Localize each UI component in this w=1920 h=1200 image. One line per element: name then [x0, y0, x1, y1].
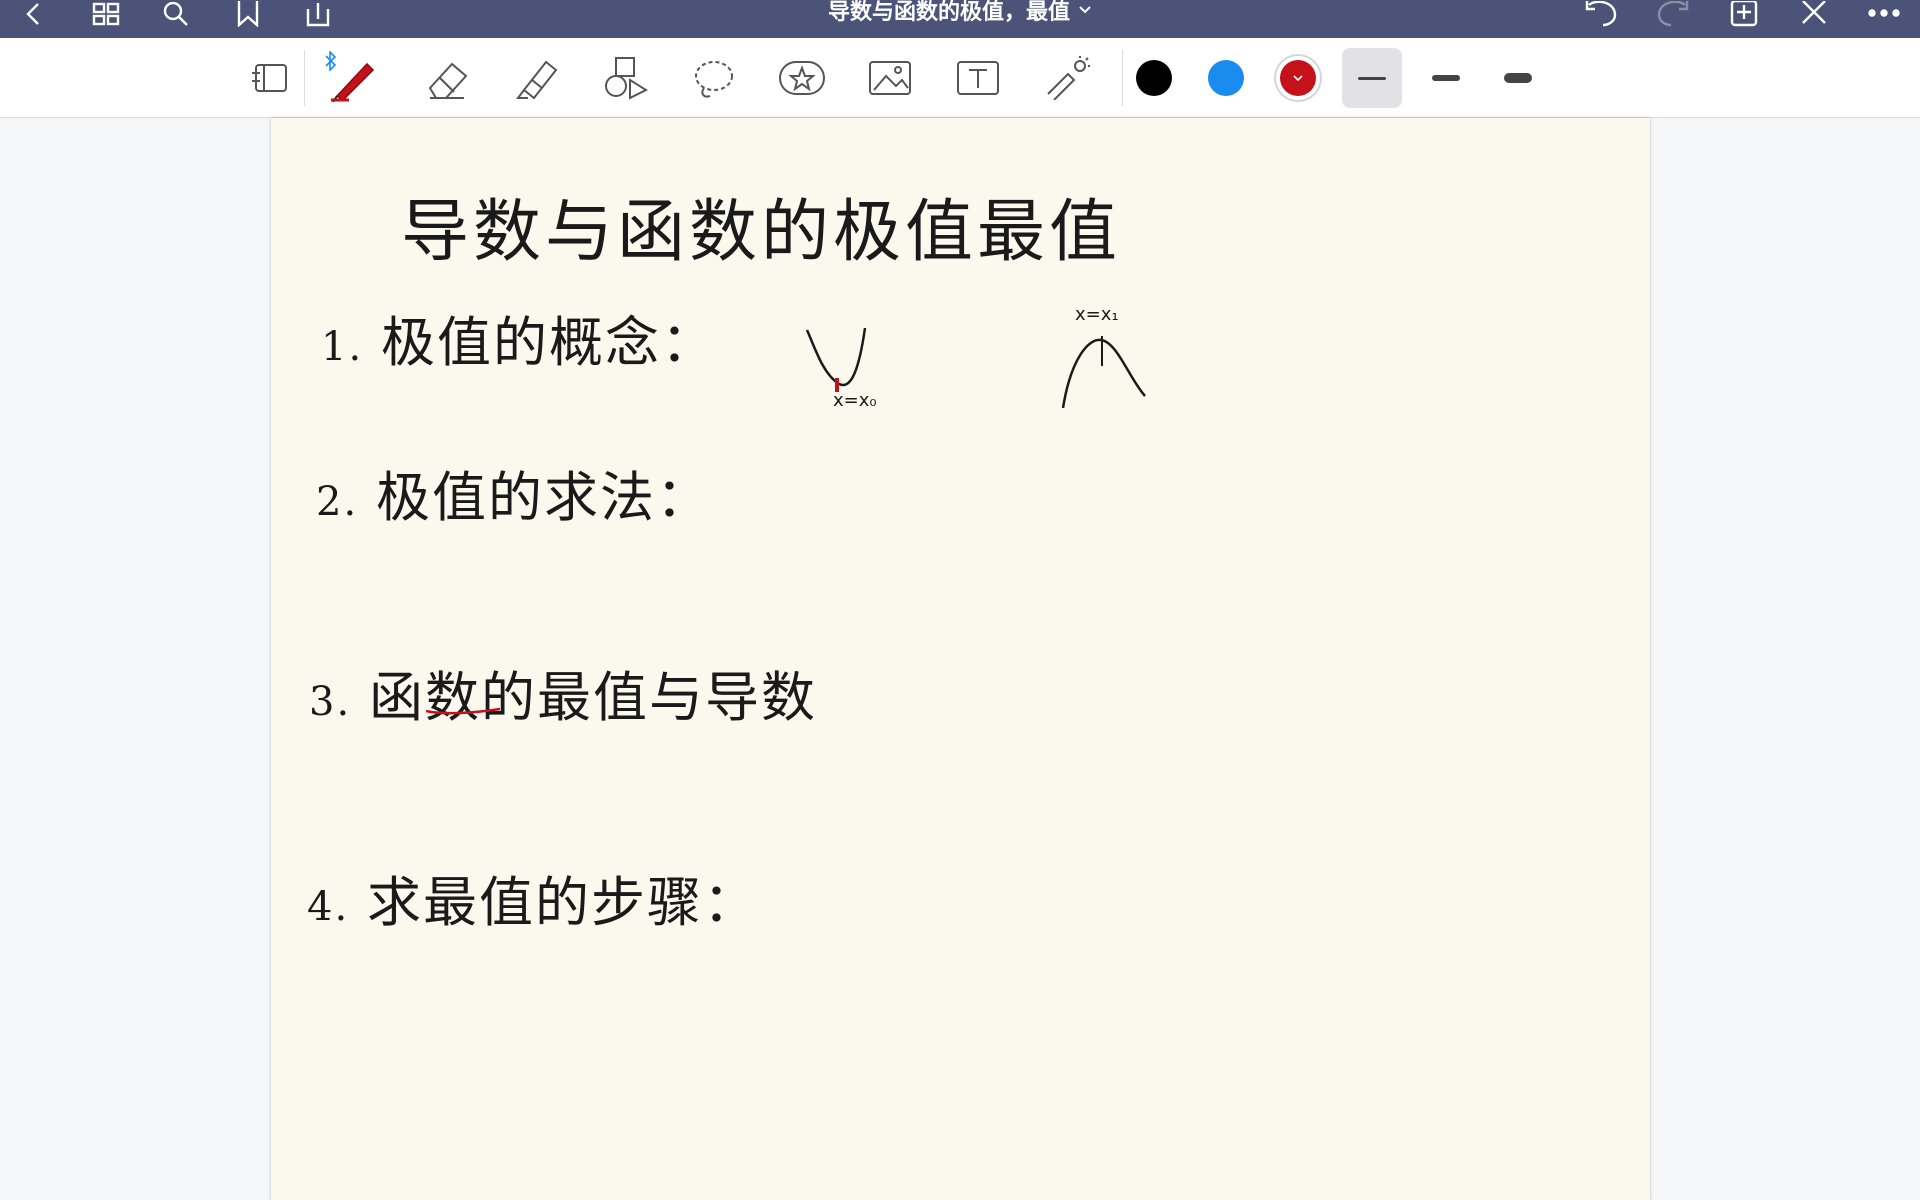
- read-mode-tool[interactable]: [242, 52, 298, 104]
- more-options-icon[interactable]: [1864, 0, 1904, 28]
- note-item-1: 1. 极值的概念：: [321, 298, 717, 377]
- shapes-tool[interactable]: [598, 52, 654, 104]
- color-red-swatch-selected[interactable]: [1280, 60, 1316, 96]
- item-number: 4.: [307, 884, 350, 930]
- minimum-label: x=x₀: [833, 390, 877, 411]
- note-title: 导数与函数的极值最值: [401, 193, 1122, 272]
- stroke-thick-option[interactable]: [1488, 48, 1548, 108]
- tool-toolbar: [0, 38, 1920, 118]
- item-text: 极值的概念：: [381, 311, 717, 374]
- note-item-2: 2. 极值的求法：: [316, 453, 712, 532]
- note-page[interactable]: 导数与函数的极值最值 1. 极值的概念： 2. 极值的求法： 3. 函数的最值与导数 …: [271, 118, 1650, 1200]
- item-number: 2.: [316, 479, 359, 525]
- close-toolbar-icon[interactable]: [1794, 0, 1834, 28]
- redo-icon[interactable]: [1652, 0, 1692, 28]
- color-black-swatch[interactable]: [1136, 60, 1172, 96]
- item-number: 3.: [309, 679, 352, 725]
- maximum-label: x=x₁: [1075, 304, 1119, 325]
- image-tool[interactable]: [862, 52, 918, 104]
- highlighter-tool[interactable]: [510, 52, 566, 104]
- laser-pointer-tool[interactable]: [1038, 52, 1094, 104]
- document-title-text: 导数与函数的极值，最值: [827, 0, 1071, 25]
- back-icon[interactable]: [14, 0, 54, 28]
- chevron-down-icon: [1293, 75, 1303, 82]
- note-item-3: 3. 函数的最值与导数: [309, 653, 817, 732]
- canvas-area[interactable]: 导数与函数的极值最值 1. 极值的概念： 2. 极值的求法： 3. 函数的最值与导数 …: [0, 118, 1920, 1200]
- search-icon[interactable]: [156, 0, 196, 28]
- bluetooth-icon: [318, 48, 344, 74]
- bookmark-icon[interactable]: [228, 0, 268, 28]
- text-tool[interactable]: [950, 52, 1006, 104]
- stroke-medium-option[interactable]: [1416, 48, 1476, 108]
- toolbar-divider: [1122, 50, 1123, 106]
- item-number: 1.: [321, 324, 364, 370]
- document-title[interactable]: 导数与函数的极值，最值: [828, 0, 1092, 26]
- stroke-thin-option[interactable]: [1342, 48, 1402, 108]
- chevron-down-icon: [1079, 6, 1091, 14]
- note-item-4: 4. 求最值的步骤：: [307, 858, 759, 937]
- thumbnails-grid-icon[interactable]: [86, 0, 126, 28]
- title-bar: 导数与函数的极值，最值: [0, 0, 1920, 38]
- maximum-sketch: [1061, 336, 1146, 409]
- add-page-icon[interactable]: [1724, 0, 1764, 28]
- undo-icon[interactable]: [1582, 0, 1622, 28]
- lasso-tool[interactable]: [686, 52, 742, 104]
- item-text: 极值的求法：: [376, 466, 712, 529]
- red-underline-stroke: [425, 707, 501, 715]
- share-icon[interactable]: [298, 0, 338, 28]
- sticker-tool[interactable]: [774, 52, 830, 104]
- color-blue-swatch[interactable]: [1208, 60, 1244, 96]
- eraser-tool[interactable]: [420, 52, 476, 104]
- toolbar-divider: [304, 50, 305, 106]
- item-text: 函数的最值与导数: [369, 666, 817, 729]
- item-text: 求最值的步骤：: [367, 871, 759, 934]
